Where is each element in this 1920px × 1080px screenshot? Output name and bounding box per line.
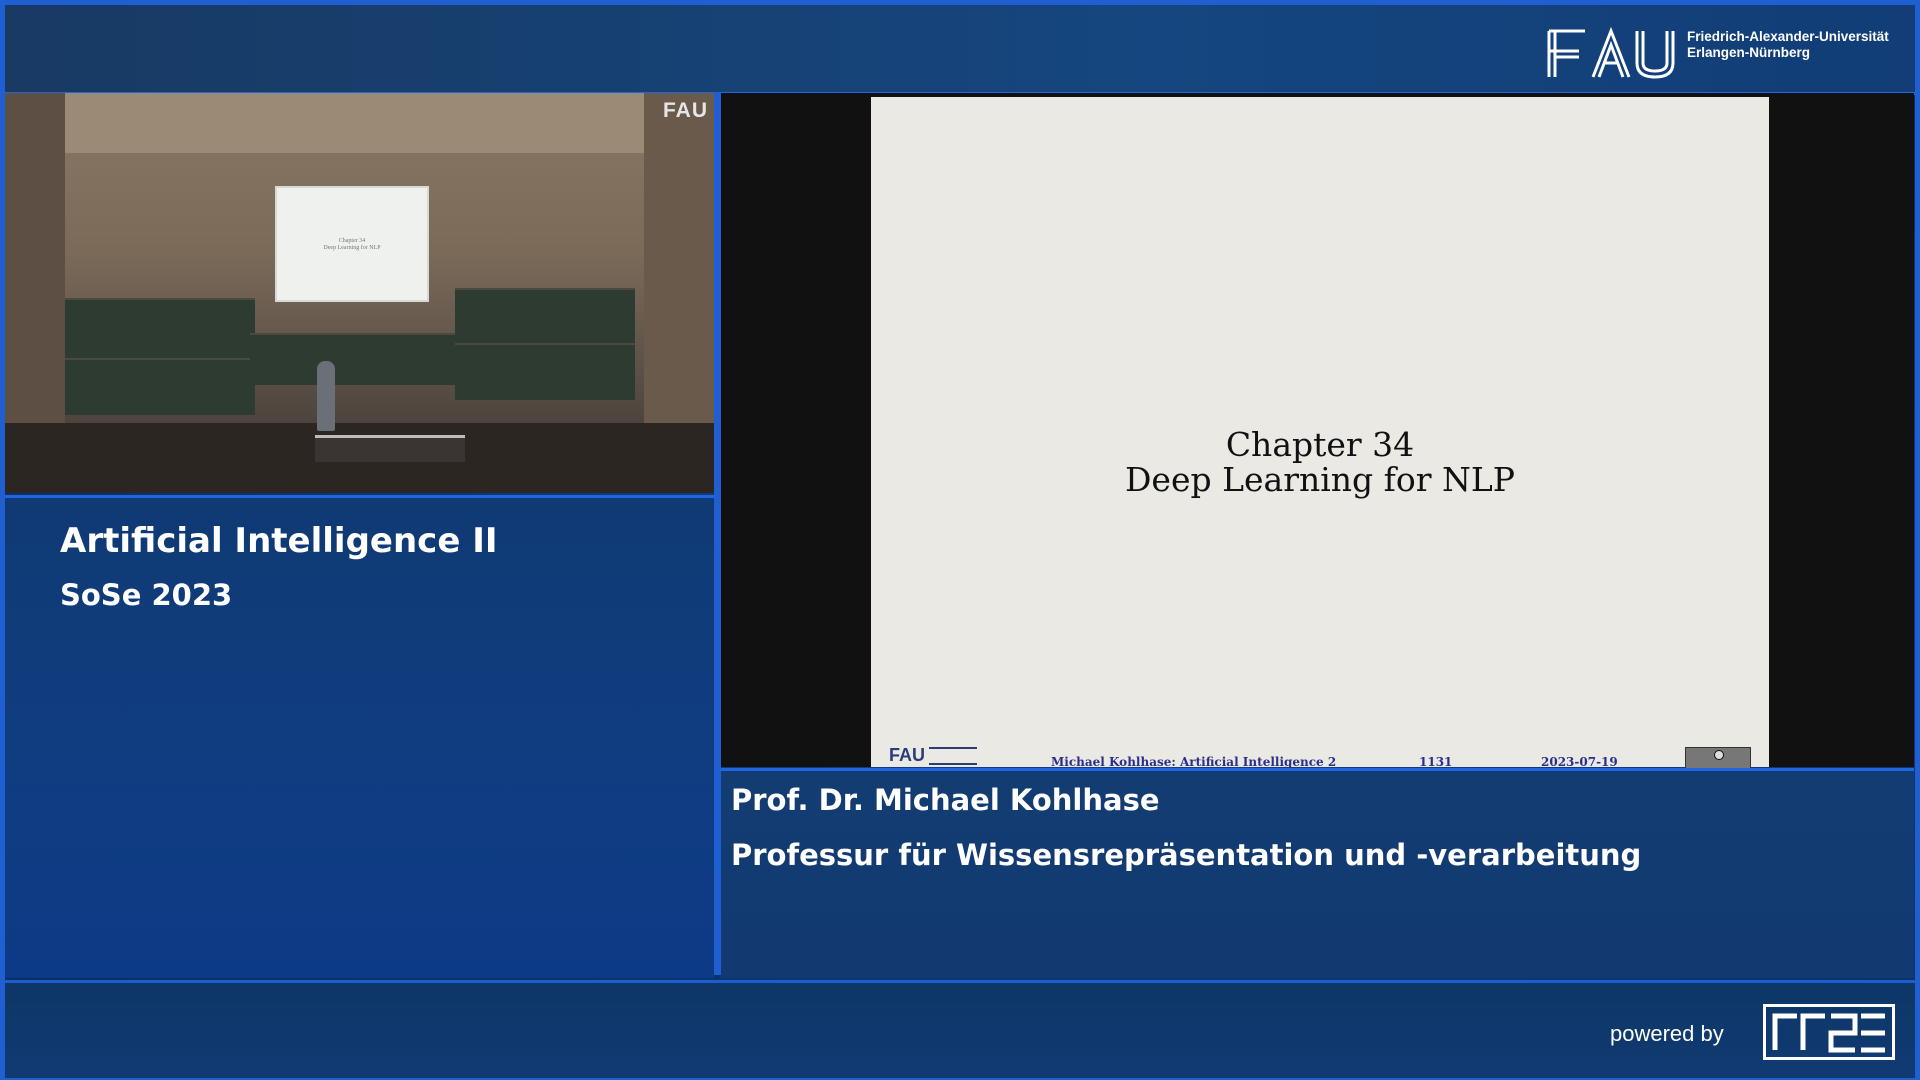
creative-commons-icon bbox=[1685, 747, 1751, 769]
slide-area: Chapter 34 Deep Learning for NLP FAU Mic… bbox=[721, 93, 1914, 769]
slide-heading-line1: Chapter 34 bbox=[1225, 425, 1415, 464]
speaker-name: Prof. Dr. Michael Kohlhase bbox=[731, 783, 1160, 817]
university-name-line1: Friedrich-Alexander-Universität bbox=[1687, 29, 1889, 44]
slide-footer-logo-text bbox=[929, 747, 977, 765]
blackboard bbox=[455, 343, 635, 400]
projection-screen-text: Chapter 34 Deep Learning for NLP bbox=[277, 238, 427, 252]
slide-footer-page: 1131 bbox=[1419, 755, 1453, 769]
course-title: Artificial Intelligence II bbox=[60, 521, 498, 561]
player-frame: Friedrich-Alexander-Universität Erlangen… bbox=[0, 0, 1920, 1080]
speaker-info-panel: Prof. Dr. Michael Kohlhase Professur für… bbox=[721, 768, 1914, 978]
lecture-hall-camera-feed: Chapter 34 Deep Learning for NLP FAU bbox=[5, 93, 714, 493]
slide-footer-date: 2023-07-19 bbox=[1541, 755, 1618, 769]
blackboard bbox=[455, 288, 635, 345]
header-bar: Friedrich-Alexander-Universität Erlangen… bbox=[5, 5, 1915, 95]
slide-heading: Chapter 34 Deep Learning for NLP bbox=[871, 427, 1769, 497]
lectern-desk bbox=[315, 435, 465, 462]
rrze-logo bbox=[1763, 1004, 1895, 1060]
blackboard bbox=[250, 333, 455, 385]
university-name: Friedrich-Alexander-Universität Erlangen… bbox=[1687, 29, 1889, 61]
projection-line1: Chapter 34 bbox=[338, 238, 366, 244]
slide-footer-logo: FAU bbox=[889, 745, 925, 765]
slide-heading-line2: Deep Learning for NLP bbox=[1124, 460, 1516, 499]
slide-footer-author: Michael Kohlhase: Artificial Intelligenc… bbox=[1051, 755, 1337, 769]
course-info-panel: Artificial Intelligence II SoSe 2023 bbox=[5, 495, 714, 978]
blackboard bbox=[65, 298, 255, 360]
blackboard bbox=[65, 358, 255, 415]
presentation-slide: Chapter 34 Deep Learning for NLP FAU Mic… bbox=[871, 97, 1769, 769]
course-term: SoSe 2023 bbox=[60, 578, 233, 612]
lecturer-figure bbox=[317, 361, 335, 431]
camera-watermark: FAU bbox=[663, 99, 708, 122]
projection-line2: Deep Learning for NLP bbox=[323, 245, 381, 251]
powered-by-label: powered by bbox=[1610, 1021, 1724, 1046]
university-name-line2: Erlangen-Nürnberg bbox=[1687, 45, 1811, 60]
speaker-department: Professur für Wissensrepräsentation und … bbox=[731, 838, 1642, 872]
ceiling bbox=[5, 93, 714, 153]
panel-divider bbox=[714, 92, 721, 975]
projection-screen: Chapter 34 Deep Learning for NLP bbox=[275, 186, 429, 302]
footer-bar: powered by bbox=[5, 980, 1915, 1078]
fau-logo bbox=[1547, 27, 1675, 79]
